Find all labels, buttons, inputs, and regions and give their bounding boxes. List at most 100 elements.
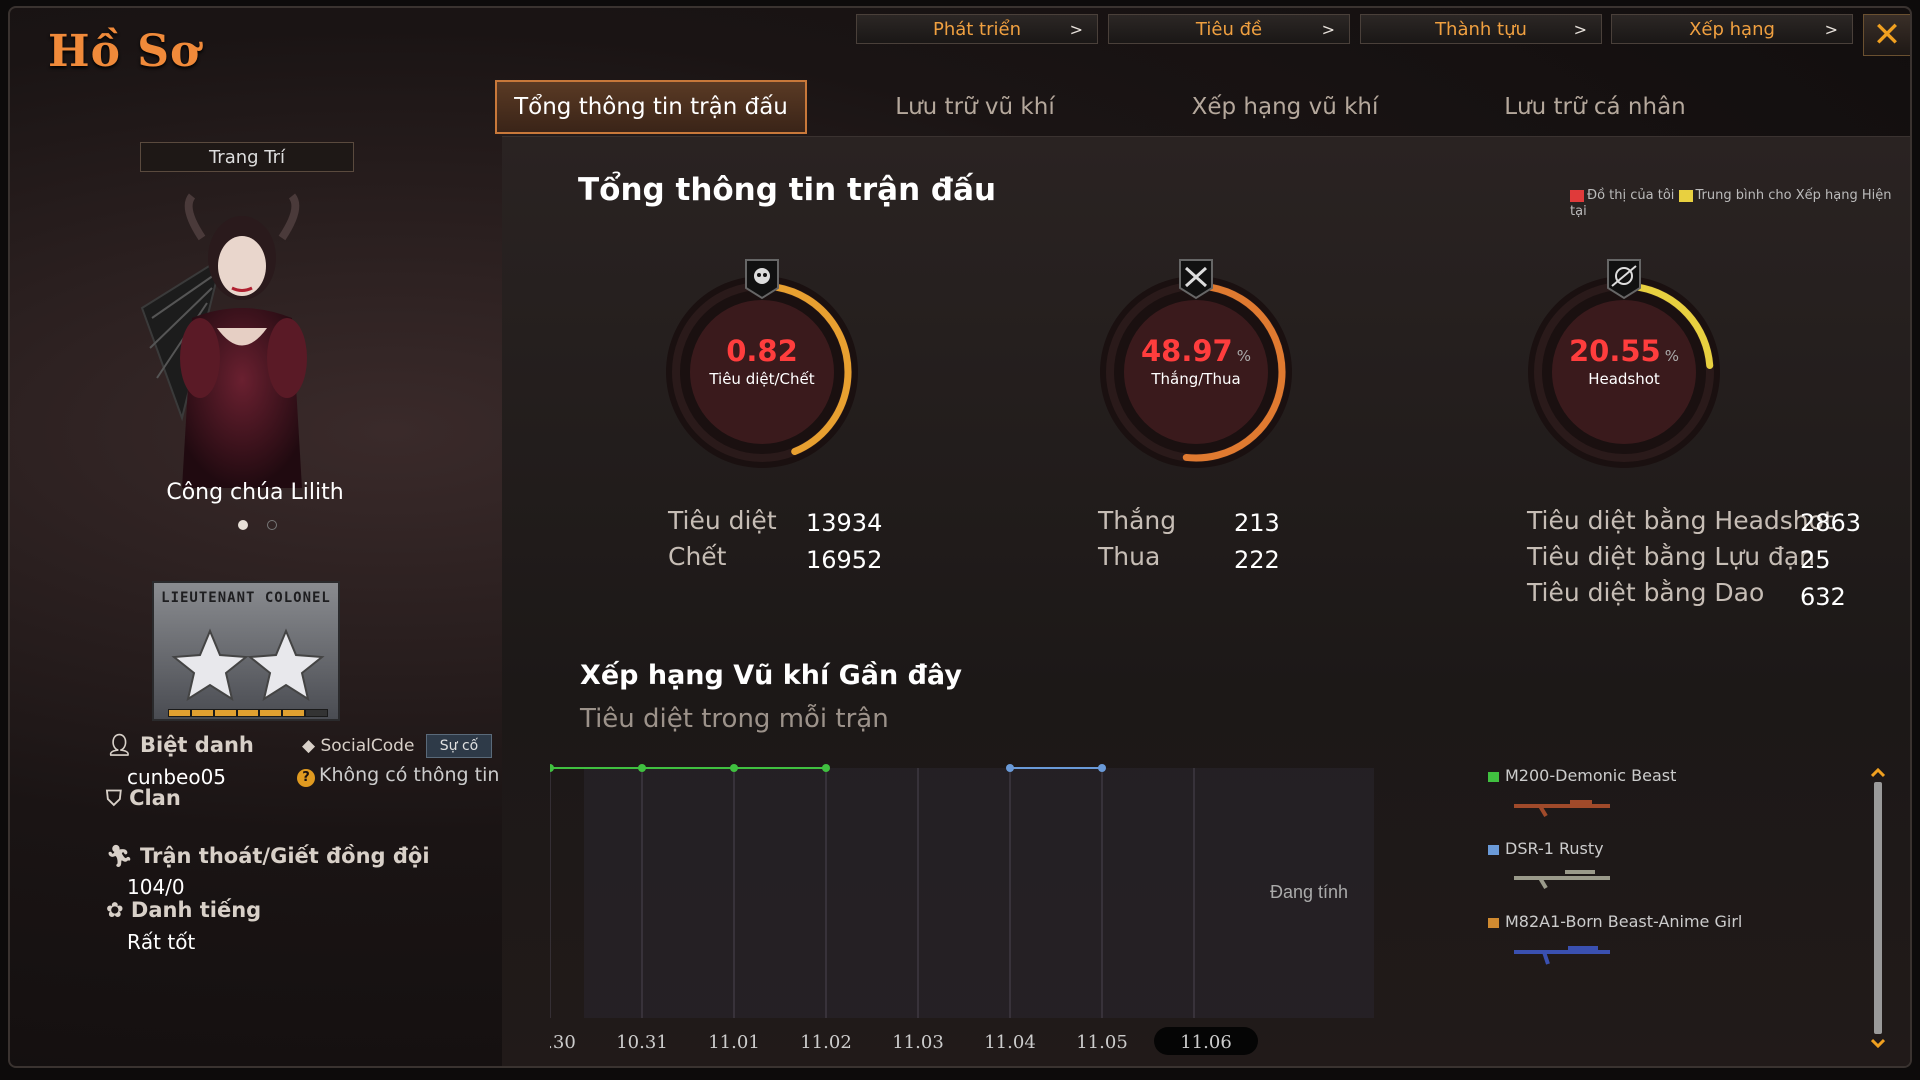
chart-x-ticks: 10.30 10.31 11.01 11.02 11.03 11.04 11.05 11.06 — [550, 1027, 1258, 1055]
wl-value: 48.97 — [1141, 334, 1233, 368]
nav-ranking[interactable]: Xếp hạng > — [1611, 14, 1853, 44]
nav-label: Phát triển — [932, 18, 1021, 40]
rank-name: LIEUTENANT COLONEL — [161, 590, 331, 606]
chevron-right-icon: > — [1824, 19, 1838, 39]
profile-window: Hồ Sơ Phát triển > Tiêu đề > Thành tựu >… — [8, 6, 1912, 1068]
reputation-value: Rất tốt — [127, 930, 196, 954]
series-point — [730, 764, 738, 772]
hs-caption: Headshot — [1588, 370, 1660, 388]
sniper-rifle-icon — [1514, 800, 1610, 818]
kd-value: 0.82 — [726, 334, 798, 368]
user-icon: 👤︎ — [106, 733, 133, 757]
stat-label: Chết — [668, 542, 727, 571]
chevron-right-icon: > — [1069, 19, 1083, 39]
rank-progress-segment — [306, 710, 328, 716]
stat-label: Thắng — [1098, 506, 1177, 535]
stat-label: Tiêu diệt bằng Dao — [1527, 578, 1765, 607]
legend-swatch — [1678, 189, 1693, 202]
kd-caption: Tiêu diệt/Chết — [709, 370, 815, 388]
x-tick-label: 11.06 — [1180, 1032, 1232, 1053]
skull-icon — [745, 259, 779, 300]
rank-progress-segment — [169, 710, 190, 716]
carousel-dot-active[interactable] — [238, 520, 248, 530]
tab-weapon-records[interactable]: Lưu trữ vũ khí — [840, 80, 1110, 134]
chart-plot-area — [584, 768, 1374, 1018]
stat-value: 213 — [1234, 509, 1280, 537]
chart-legend: Đồ thị của tôi Trung bình cho Xếp hạng H… — [1570, 188, 1892, 219]
legend-swatch — [1488, 844, 1499, 855]
stat-label: Tiêu diệt bằng Headshot — [1527, 506, 1834, 535]
series-point — [1006, 764, 1014, 772]
scrollbar[interactable] — [1871, 768, 1885, 1048]
window-title: Hồ Sơ — [48, 26, 201, 77]
x-tick-label: 11.02 — [800, 1032, 852, 1053]
stat-label: Thua — [1098, 542, 1161, 571]
tab-weapon-ranking[interactable]: Xếp hạng vũ khí — [1140, 80, 1430, 134]
sniper-rifle-icon — [1514, 870, 1610, 890]
rank-progress-segment — [260, 710, 282, 716]
chevron-right-icon: > — [1321, 19, 1335, 39]
rank-progress-bar — [168, 709, 328, 717]
crosshair-icon — [1607, 259, 1641, 300]
rank-progress-segment — [191, 710, 213, 716]
nav-development[interactable]: Phát triển > — [856, 14, 1098, 44]
stat-value: 632 — [1800, 583, 1846, 611]
close-button[interactable]: ✕ — [1863, 14, 1910, 56]
running-icon: 🏃︎ — [106, 844, 133, 868]
nav-achievements[interactable]: Thành tựu > — [1360, 14, 1602, 44]
sniper-rifle-icon — [1514, 946, 1610, 965]
weapon-rank-subtitle: Tiêu diệt trong mỗi trận — [580, 704, 889, 734]
series-point — [550, 764, 554, 772]
flower-icon: ✿ — [106, 898, 124, 922]
nav-label: Xếp hạng — [1689, 18, 1775, 40]
stat-value: 2863 — [1800, 509, 1862, 537]
socialcode-label: ◆ SocialCode — [302, 736, 415, 756]
gauge-headshot: 20.55% Headshot — [1524, 259, 1724, 472]
weapon-rank-title: Xếp hạng Vũ khí Gần đây — [580, 660, 962, 691]
diamond-icon: ◆ — [302, 736, 316, 756]
stat-value: 16952 — [806, 546, 883, 574]
legend-swatch — [1570, 189, 1584, 202]
decorate-button[interactable]: Trang Trí — [140, 142, 354, 172]
x-tick-label: 10.30 — [550, 1032, 576, 1053]
x-tick-label: 11.05 — [1076, 1032, 1128, 1053]
clan-label: ⛉ Clan — [106, 786, 181, 810]
weapon-legend-item[interactable]: M200-Demonic Beast — [1488, 766, 1676, 785]
stat-label: Tiêu diệt bằng Lựu đạn — [1527, 542, 1816, 571]
stat-label: Tiêu diệt — [668, 506, 777, 535]
nickname-label: 👤︎ Biệt danh — [106, 733, 254, 757]
report-button[interactable]: Sự cố — [426, 734, 492, 758]
character-portrait — [140, 193, 307, 488]
hs-value: 20.55 — [1569, 334, 1661, 368]
series-point — [638, 764, 646, 772]
question-icon: ? — [297, 768, 315, 787]
stat-value: 25 — [1800, 546, 1831, 574]
weapon-legend-item[interactable]: DSR-1 Rusty — [1488, 839, 1604, 858]
tab-match-summary[interactable]: Tổng thông tin trận đấu — [495, 80, 807, 134]
rank-progress-segment — [214, 710, 236, 716]
x-tick-label: 10.31 — [616, 1032, 668, 1053]
tab-personal-records[interactable]: Lưu trữ cá nhân — [1450, 80, 1740, 134]
chevron-right-icon: > — [1573, 19, 1587, 39]
x-tick-label: 11.03 — [892, 1032, 944, 1053]
weapon-kills-chart: 10.30 10.31 11.01 11.02 11.03 11.04 11.05 11.06… — [550, 764, 1374, 1055]
gauge-win-loss: 48.97% Thắng/Thua — [1096, 259, 1296, 472]
character-name: Công chúa Lilith — [166, 480, 344, 505]
reputation-label: ✿ Danh tiếng — [106, 898, 262, 922]
crossed-swords-icon — [1179, 259, 1213, 300]
series-point — [822, 764, 830, 772]
nav-titles[interactable]: Tiêu đề > — [1108, 14, 1350, 44]
scroll-down-icon — [1871, 1038, 1885, 1048]
carousel-dot[interactable] — [267, 520, 277, 530]
stat-value: 222 — [1234, 546, 1280, 574]
socialcode-value: ? Không có thông tin — [297, 764, 499, 787]
rank-progress-segment — [283, 710, 305, 716]
pending-label: Đang tính — [1270, 882, 1348, 902]
x-tick-label: 11.01 — [708, 1032, 760, 1053]
shield-icon: ⛉ — [106, 786, 122, 810]
nav-label: Tiêu đề — [1195, 18, 1263, 40]
series-point — [1098, 764, 1106, 772]
nav-label: Thành tựu — [1435, 18, 1527, 40]
weapon-legend-item[interactable]: M82A1-Born Beast-Anime Girl — [1488, 912, 1742, 931]
star-rank-icon — [171, 628, 325, 702]
